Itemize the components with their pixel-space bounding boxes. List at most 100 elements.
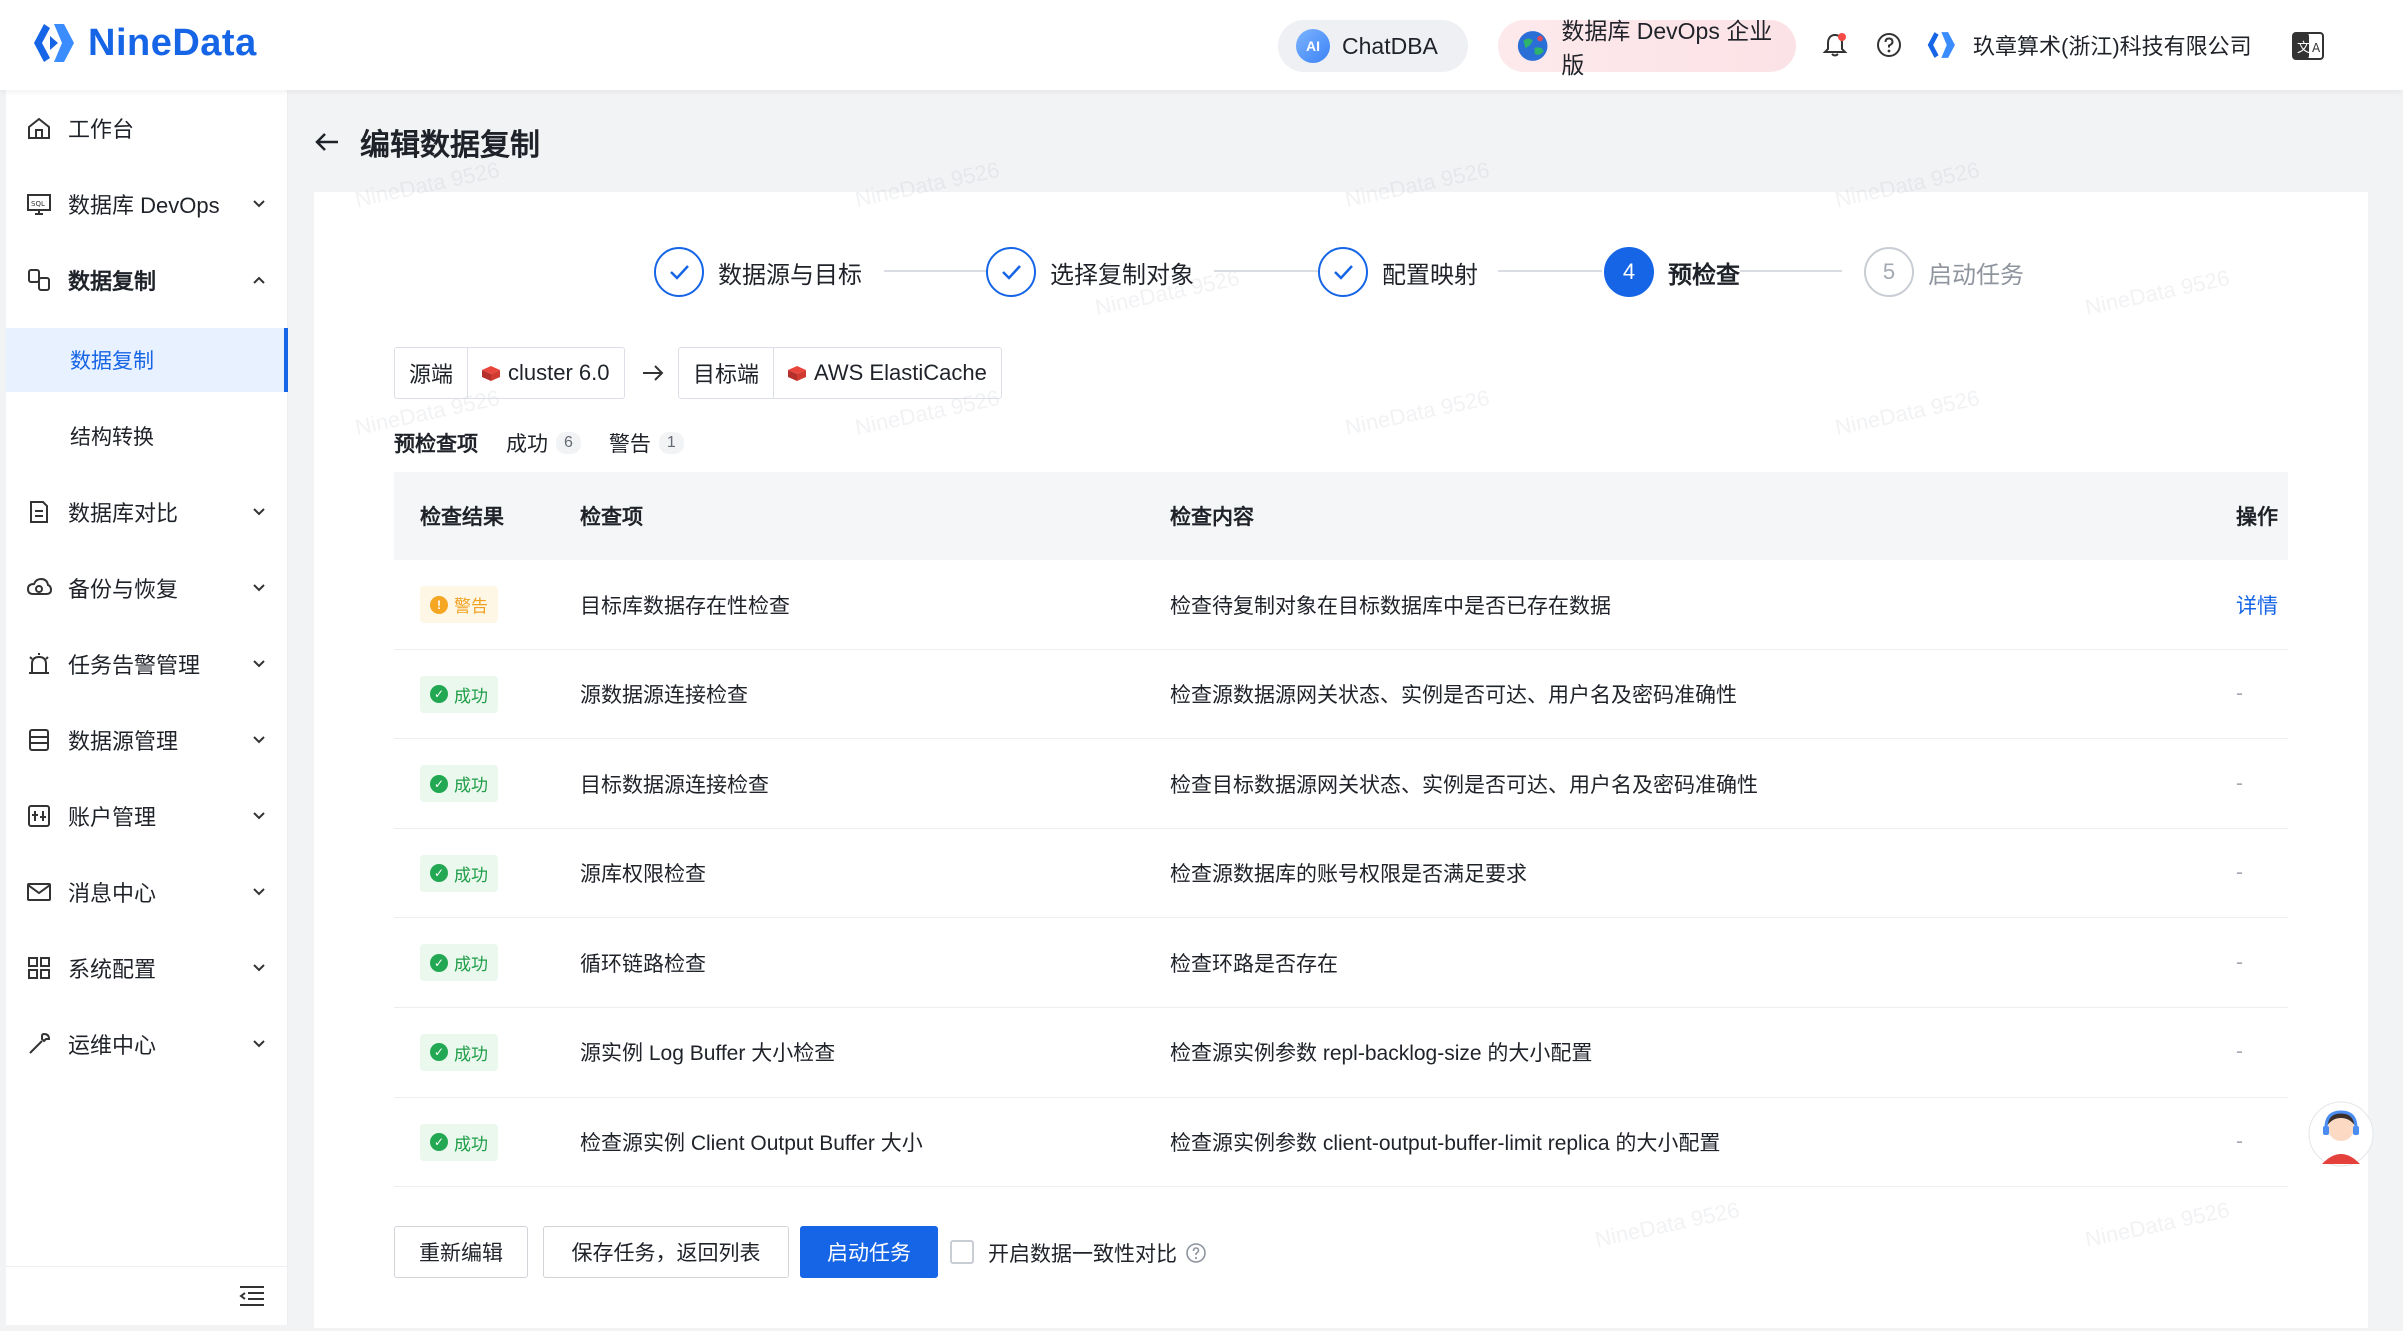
save-return-button[interactable]: 保存任务，返回列表	[543, 1226, 789, 1278]
check-content: 检查目标数据源网关状态、实例是否可达、用户名及密码准确性	[1170, 773, 1758, 797]
step-label: 数据源与目标	[718, 261, 862, 289]
sidebar-item-label: 运维中心	[68, 1033, 157, 1058]
check-content: 检查源实例参数 client-output-buffer-limit repli…	[1170, 1132, 1721, 1156]
sidebar-item-messages[interactable]: 消息中心	[6, 860, 288, 924]
check-item: 目标数据源连接检查	[580, 773, 769, 797]
step-connector	[1740, 270, 1842, 272]
sidebar-item-account[interactable]: 账户管理	[6, 784, 288, 848]
sidebar-item-label: 系统配置	[68, 957, 157, 982]
help-icon[interactable]	[1874, 30, 1904, 60]
datasource-icon	[29, 729, 49, 751]
step-label: 启动任务	[1928, 261, 2024, 289]
back-arrow-icon[interactable]	[312, 127, 342, 157]
ninedata-logo-icon	[34, 24, 74, 62]
sidebar-subitem-replication[interactable]: 数据复制	[6, 328, 288, 392]
sidebar-item-label: 工作台	[68, 117, 135, 142]
source-tag: 源端	[395, 348, 469, 398]
logo[interactable]: NineData	[30, 18, 257, 68]
sidebar-item-alarm[interactable]: 任务告警管理	[6, 632, 288, 696]
company-switcher[interactable]: 玖章算术(浙江)科技有限公司	[1925, 28, 2252, 62]
sidebar-item-label: 数据复制	[68, 269, 157, 294]
page-title: 编辑数据复制	[360, 129, 540, 162]
step-number: 5	[1864, 247, 1914, 297]
sidebar-item-compare[interactable]: 数据库对比	[6, 480, 288, 544]
sidebar-item-workbench[interactable]: 工作台	[6, 96, 288, 160]
sidebar-item-backup[interactable]: 备份与恢复	[6, 556, 288, 620]
bell-icon[interactable]	[1820, 30, 1850, 60]
help-icon[interactable]	[1185, 1242, 1207, 1264]
sidebar-item-devops[interactable]: SQL 数据库 DevOps	[6, 172, 288, 236]
table-row: ✓ 成功 目标数据源连接检查 检查目标数据源网关状态、实例是否可达、用户名及密码…	[394, 739, 2288, 829]
tab-warning[interactable]: 警告 1	[609, 428, 684, 458]
step-select-objects[interactable]: 选择复制对象	[986, 246, 1194, 298]
warning-icon: !	[430, 595, 448, 614]
check-content: 检查源数据源网关状态、实例是否可达、用户名及密码准确性	[1170, 684, 1737, 708]
status-text: 成功	[454, 1134, 488, 1154]
status-cell: ✓ 成功	[420, 650, 498, 739]
home-icon	[28, 117, 50, 139]
success-check-icon: ✓	[430, 774, 448, 793]
status-badge: ✓ 成功	[420, 1123, 498, 1161]
watermark: NineData 9526	[1832, 385, 1982, 440]
globe-icon	[1517, 31, 1548, 61]
sidebar-item-datasource[interactable]: 数据源管理	[6, 708, 288, 772]
start-task-button[interactable]: 启动任务	[800, 1226, 938, 1278]
operation-empty: -	[2236, 682, 2243, 706]
table-row: ✓ 成功 源库权限检查 检查源数据库的账号权限是否满足要求 -	[394, 829, 2288, 919]
success-check-icon: ✓	[430, 953, 448, 972]
tab-label: 成功	[506, 433, 548, 456]
tab-success[interactable]: 成功 6	[506, 428, 581, 458]
redis-icon	[482, 366, 501, 381]
chevron-down-icon	[253, 964, 265, 972]
target-name: AWS ElastiCache	[814, 360, 987, 385]
check-content: 检查环路是否存在	[1170, 952, 1338, 976]
step-start-task: 5 启动任务	[1864, 246, 2024, 298]
sidebar-item-label: 消息中心	[68, 881, 157, 906]
chevron-down-icon	[253, 1040, 265, 1048]
step-source-target[interactable]: 数据源与目标	[654, 246, 862, 298]
watermark: NineData 9526	[1342, 385, 1492, 440]
company-name: 玖章算术(浙江)科技有限公司	[1973, 34, 2252, 59]
watermark: NineData 9526	[352, 157, 502, 212]
cloud-backup-icon	[26, 577, 52, 595]
check-icon	[654, 247, 704, 297]
chevron-up-icon	[253, 276, 265, 284]
language-switch-icon[interactable]: 文 A	[2292, 32, 2324, 60]
watermark: NineData 9526	[1592, 1197, 1742, 1252]
source-name: cluster 6.0	[508, 360, 610, 385]
count-badge: 1	[658, 432, 684, 454]
sidebar-item-label: 数据源管理	[68, 729, 179, 754]
edition-badge[interactable]: 数据库 DevOps 企业版	[1498, 18, 1796, 78]
table-row: ✓ 成功 循环链路检查 检查环路是否存在 -	[394, 918, 2288, 1008]
check-item: 源实例 Log Buffer 大小检查	[580, 1042, 836, 1066]
success-check-icon: ✓	[430, 685, 448, 704]
sidebar-item-system-config[interactable]: 系统配置	[6, 936, 288, 1000]
operation-empty: -	[2236, 861, 2243, 885]
operation-empty: -	[2236, 950, 2243, 974]
details-link[interactable]: 详情	[2236, 560, 2278, 649]
re-edit-button[interactable]: 重新编辑	[394, 1226, 528, 1278]
account-icon	[28, 805, 50, 827]
consistency-checkbox[interactable]	[950, 1240, 974, 1264]
collapse-sidebar-icon[interactable]	[238, 1284, 266, 1308]
step-label: 预检查	[1668, 261, 1740, 289]
watermark: NineData 9526	[1832, 157, 1982, 212]
step-precheck[interactable]: 4 预检查	[1604, 246, 1740, 298]
step-config-mapping[interactable]: 配置映射	[1318, 246, 1478, 298]
chevron-down-icon	[253, 812, 265, 820]
chatdba-button[interactable]: AI ChatDBA	[1278, 20, 1468, 72]
sidebar-item-replication[interactable]: 数据复制	[6, 248, 288, 312]
source-endpoint: 源端 cluster 6.0	[394, 347, 625, 399]
customer-service-avatar-icon[interactable]	[2308, 1098, 2374, 1170]
tab-all-checks[interactable]: 预检查项	[394, 428, 478, 458]
check-item: 目标库数据存在性检查	[580, 594, 790, 618]
replication-icon	[28, 269, 50, 291]
watermark: NineData 9526	[2082, 265, 2232, 320]
sidebar-subitem-structure-convert[interactable]: 结构转换	[6, 404, 288, 468]
sidebar-subitem-label: 数据复制	[70, 350, 154, 373]
tab-label: 警告	[608, 433, 651, 456]
table-row: ✓ 成功 源实例 Log Buffer 大小检查 检查源实例参数 repl-ba…	[394, 1008, 2288, 1098]
precheck-filter-tabs: 预检查项 成功 6 警告 1	[394, 428, 712, 458]
sidebar-item-ops-center[interactable]: 运维中心	[6, 1012, 288, 1076]
table-row: ✓ 成功 源数据源连接检查 检查源数据源网关状态、实例是否可达、用户名及密码准确…	[394, 650, 2288, 740]
